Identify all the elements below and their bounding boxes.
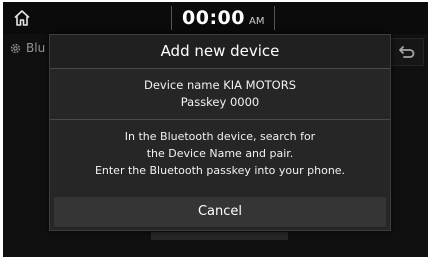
add-device-dialog: Add new device Device name KIA MOTORS Pa… [49, 34, 391, 231]
infotainment-screen: 00:00 AM Blu Add new device Device name … [3, 2, 428, 257]
instruction-line: the Device Name and pair. [146, 147, 294, 160]
device-name-text: Device name KIA MOTORS [143, 78, 297, 92]
device-info: Device name KIA MOTORS Passkey 0000 [50, 69, 390, 120]
clock-time: 00:00 [182, 7, 245, 29]
passkey-text: Passkey 0000 [180, 95, 260, 109]
instruction-line: In the Bluetooth device, search for [124, 130, 316, 143]
dialog-title: Add new device [50, 35, 390, 69]
cancel-button[interactable]: Cancel [54, 197, 386, 227]
status-bar: 00:00 AM [3, 2, 428, 34]
instruction-line: Enter the Bluetooth passkey into your ph… [94, 164, 346, 177]
pairing-instructions: In the Bluetooth device, search for the … [50, 120, 390, 179]
clock-ampm: AM [248, 16, 265, 27]
home-button[interactable] [7, 4, 37, 32]
home-icon [14, 10, 30, 26]
clock: 00:00 AM [171, 6, 276, 30]
